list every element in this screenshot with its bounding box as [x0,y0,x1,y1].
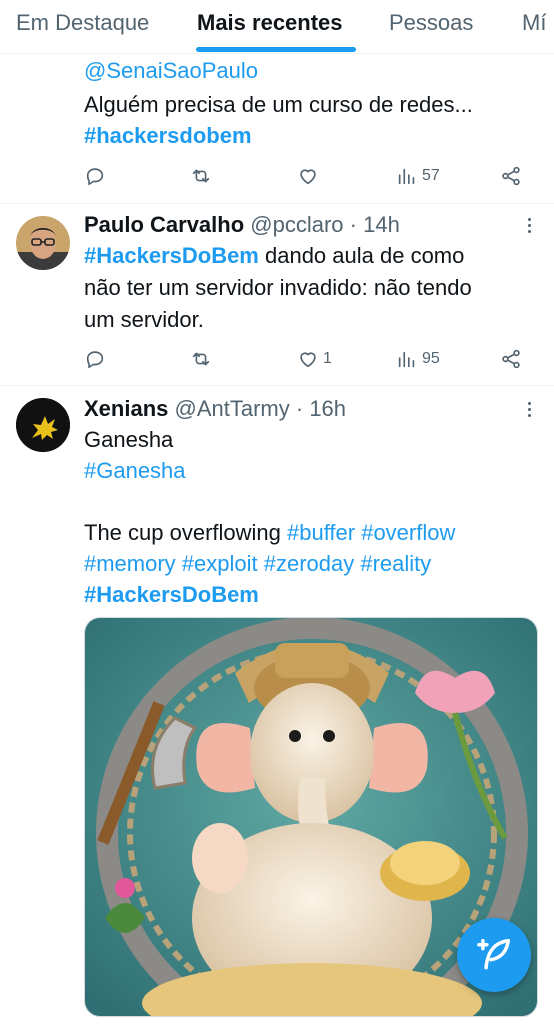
likes-count: 1 [323,350,332,367]
reply-icon [86,168,104,186]
like-button[interactable] [297,161,319,191]
post-header: Xenians @AntTarmy · 16h [84,395,346,423]
compose-button[interactable] [457,918,531,992]
views-count: 95 [422,350,440,367]
tab-pessoas[interactable]: Pessoas [389,10,473,36]
post-mention[interactable]: @SenaiSaoPaulo [84,55,258,86]
repost-icon [192,352,210,366]
share-button[interactable] [500,344,522,374]
reply-button[interactable] [84,161,106,191]
post-actions: 1 95 [84,344,530,374]
post-text-line1: dando aula de como [258,243,465,268]
more-icon[interactable] [526,400,532,422]
post-header: Paulo Carvalho @pcclaro · 14h [84,211,400,239]
like-icon [300,169,316,185]
post-hashtag[interactable]: #HackersDoBem [84,579,259,610]
post-text-line3: The cup overflowing #buffer #overflow [84,517,455,548]
post-hashtags[interactable]: #memory #exploit #zeroday #reality [84,548,431,579]
post-text-fragment: The cup overflowing [84,520,287,545]
post-text: #HackersDoBem dando aula de como [84,240,464,271]
separator-dot: · [289,396,310,421]
post-divider [0,203,554,204]
like-icon [300,352,316,368]
author-handle[interactable]: @AntTarmy [175,396,290,421]
post-hashtag[interactable]: #HackersDoBem [84,243,259,268]
tab-midia[interactable]: Mí [522,10,546,36]
more-icon[interactable] [526,216,532,238]
author-name[interactable]: Xenians [84,396,168,421]
post-hashtag[interactable]: #hackersdobem [84,120,252,151]
repost-icon [192,169,210,183]
avatar[interactable] [16,216,70,270]
post-hashtags[interactable]: #buffer #overflow [287,520,455,545]
repost-button[interactable] [190,344,212,374]
post-text-line1: Ganesha [84,427,174,452]
post-divider [0,385,554,386]
post-text-line2: não ter um servidor invadido: não tendo [84,275,472,300]
like-button[interactable]: 1 [297,344,332,374]
search-tabs: Em Destaque Mais recentes Pessoas Mí [0,0,554,54]
views-button[interactable]: 57 [396,161,440,191]
share-button[interactable] [500,161,522,191]
tab-em-destaque[interactable]: Em Destaque [16,10,149,36]
post-time[interactable]: 14h [363,212,400,237]
reply-icon [86,351,104,369]
avatar[interactable] [16,398,70,452]
views-count: 57 [422,167,440,184]
post-actions: 57 [84,161,530,191]
views-icon [398,351,415,368]
post-hashtag[interactable]: #Ganesha [84,455,186,486]
reply-button[interactable] [84,344,106,374]
author-handle[interactable]: @pcclaro [250,212,343,237]
share-icon [502,166,520,186]
compose-icon [477,939,510,970]
tab-mais-recentes[interactable]: Mais recentes [197,10,343,36]
post-time[interactable]: 16h [309,396,346,421]
active-tab-indicator [196,47,356,52]
views-button[interactable]: 95 [396,344,440,374]
post-text-line3: um servidor. [84,307,204,332]
post-text: Alguém precisa de um curso de redes... [84,92,473,117]
share-icon [502,349,520,369]
author-name[interactable]: Paulo Carvalho [84,212,244,237]
repost-button[interactable] [190,161,212,191]
views-icon [398,168,415,185]
separator-dot: · [343,212,364,237]
